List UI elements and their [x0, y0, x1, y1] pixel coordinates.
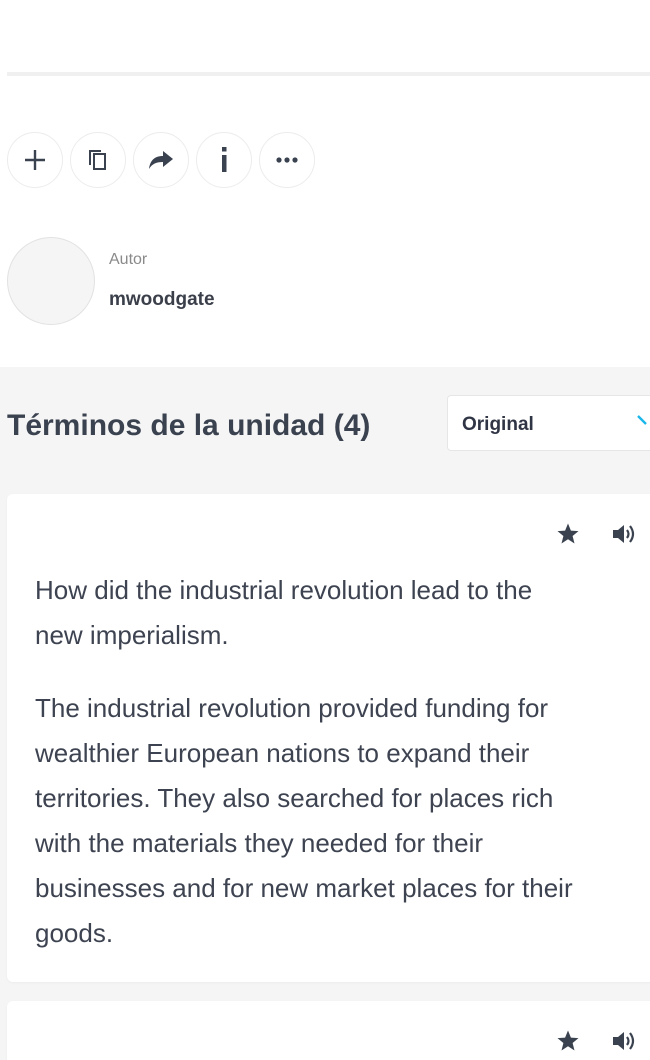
share-arrow-icon	[149, 151, 173, 169]
copy-button[interactable]	[70, 132, 126, 188]
unit-header: Autor mwoodgate	[0, 0, 650, 367]
speaker-icon[interactable]	[612, 523, 638, 545]
plus-icon	[25, 150, 45, 170]
share-button[interactable]	[133, 132, 189, 188]
copy-icon	[89, 150, 106, 170]
add-button[interactable]	[7, 132, 63, 188]
avatar[interactable]	[7, 237, 95, 325]
terms-title: Términos de la unidad (4)	[7, 409, 371, 442]
speaker-icon[interactable]	[612, 1030, 638, 1052]
chevron-down-icon	[637, 415, 647, 425]
language-select[interactable]: Original	[447, 395, 650, 451]
language-select-value: Original	[462, 414, 534, 435]
action-toolbar	[7, 132, 315, 190]
header-divider	[7, 72, 650, 76]
author-name-link[interactable]: mwoodgate	[109, 289, 215, 311]
star-icon[interactable]	[556, 1029, 580, 1053]
author-label: Autor	[109, 251, 148, 268]
term-card	[7, 1001, 650, 1060]
term-card: How did the industrial revolution lead t…	[7, 494, 650, 982]
terms-section: Términos de la unidad (4) Original How d…	[0, 367, 650, 1060]
more-options-button[interactable]	[259, 132, 315, 188]
info-icon	[222, 147, 227, 172]
definition-text: The industrial revolution provided fundi…	[35, 693, 573, 948]
info-button[interactable]	[196, 132, 252, 188]
ellipsis-icon	[276, 157, 298, 163]
term-text: How did the industrial revolution lead t…	[35, 575, 533, 650]
star-icon[interactable]	[556, 522, 580, 546]
